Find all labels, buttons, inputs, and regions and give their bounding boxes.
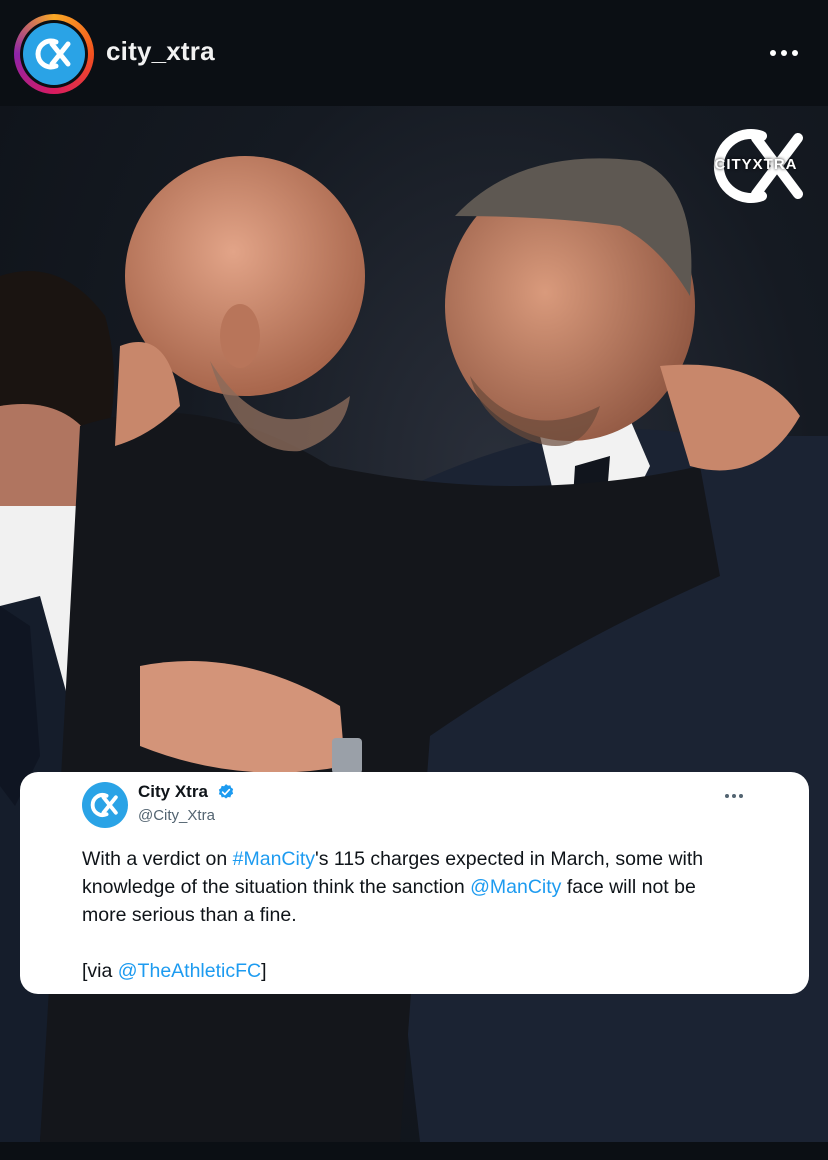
dot	[725, 794, 729, 798]
city-xtra-logo-icon	[23, 23, 85, 85]
text: With a verdict on	[82, 848, 233, 870]
post-header: city_xtra	[0, 0, 828, 106]
bottom-bar	[0, 1142, 828, 1160]
more-options-button[interactable]	[762, 38, 806, 68]
watermark-text: CITYXTRA	[714, 156, 798, 173]
text: 's 115 charges expected in March, some w…	[315, 848, 704, 870]
dot	[732, 794, 736, 798]
tweet-display-name[interactable]: City Xtra	[138, 782, 208, 802]
tweet-line: more serious than a fine.	[82, 904, 297, 926]
text: face will not be	[561, 876, 696, 898]
text: [via	[82, 960, 118, 982]
avatar[interactable]	[20, 20, 88, 88]
tweet-more-button[interactable]	[722, 790, 746, 802]
tweet-line: With a verdict on #ManCity's 115 charges…	[82, 845, 782, 873]
dot	[792, 50, 798, 56]
source-mention-link[interactable]: @TheAthleticFC	[118, 960, 261, 982]
hashtag-link[interactable]: #ManCity	[233, 848, 315, 870]
cityxtra-watermark: CITYXTRA	[700, 128, 812, 204]
tweet-avatar[interactable]	[82, 782, 128, 828]
text: knowledge of the situation think the san…	[82, 876, 471, 898]
city-xtra-logo-icon	[90, 793, 118, 817]
mention-link[interactable]: @ManCity	[470, 876, 561, 898]
tweet-card: City Xtra @City_Xtra With a verdict on #…	[20, 772, 809, 994]
tweet-source-line: [via @TheAthleticFC]	[82, 957, 782, 985]
dot	[781, 50, 787, 56]
tweet-handle[interactable]: @City_Xtra	[138, 807, 215, 824]
text: ]	[261, 960, 267, 982]
username-link[interactable]: city_xtra	[106, 36, 215, 67]
tweet-text: With a verdict on #ManCity's 115 charges…	[82, 845, 782, 985]
story-ring[interactable]	[14, 14, 94, 94]
dot	[770, 50, 776, 56]
tweet-line: knowledge of the situation think the san…	[82, 873, 782, 901]
dot	[739, 794, 743, 798]
verified-badge-icon	[218, 784, 234, 799]
